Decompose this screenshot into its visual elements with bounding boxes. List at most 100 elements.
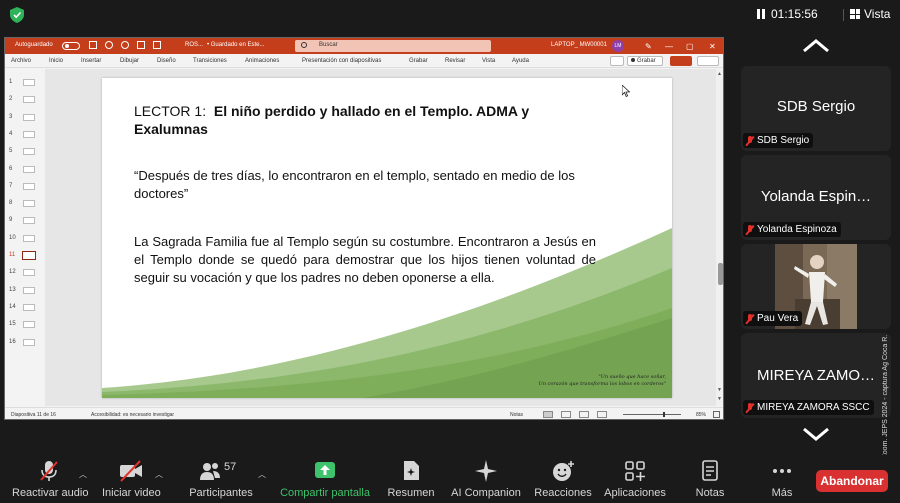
autosave-toggle[interactable] (62, 42, 80, 50)
redo-icon[interactable] (121, 41, 129, 49)
tab-presentacion[interactable]: Presentación con diapositivas (302, 58, 381, 64)
tab-animaciones[interactable]: Animaciones (245, 58, 279, 64)
audio-options-icon[interactable]: ︿ (79, 469, 87, 480)
participant-tile[interactable]: MIREYA ZAMO… MIREYA ZAMORA SSCC (741, 333, 891, 418)
minimize-icon[interactable]: — (665, 42, 673, 51)
tab-grabar[interactable]: Grabar (409, 58, 428, 64)
current-slide[interactable]: LECTOR 1: El niño perdido y hallado en e… (102, 78, 672, 398)
customize-icon[interactable] (153, 41, 161, 49)
next-slide-icon[interactable]: ▼ (717, 396, 722, 402)
divider (843, 9, 844, 21)
reactions-label: Reacciones (534, 487, 592, 499)
share-icon[interactable] (697, 56, 719, 66)
slide-thumbnail[interactable]: 4 (5, 129, 45, 141)
ppt-search-box[interactable]: Buscar (295, 40, 491, 52)
participants-icon (200, 463, 220, 480)
scroll-up-icon[interactable]: ▲ (717, 71, 722, 77)
start-video-button[interactable]: Iniciar video (102, 459, 161, 499)
slide-thumbnail-number: 6 (9, 165, 13, 172)
slide-thumbnail-number: 16 (9, 338, 16, 345)
slide-thumbnail[interactable]: 13 (5, 285, 45, 297)
file-name: ROS... (185, 42, 204, 48)
more-button[interactable]: Más (766, 459, 798, 499)
tab-transiciones[interactable]: Transiciones (193, 58, 227, 64)
slide-thumbnail-preview (23, 113, 35, 121)
tab-diseno[interactable]: Diseño (157, 58, 176, 64)
autosave-label: Autoguardado (15, 42, 53, 48)
notes-button[interactable]: Notas (692, 459, 728, 499)
video-options-icon[interactable]: ︿ (155, 469, 163, 480)
reading-view-icon[interactable] (579, 411, 589, 418)
leave-meeting-button[interactable]: Abandonar (816, 470, 888, 492)
tab-dibujar[interactable]: Dibujar (120, 58, 139, 64)
scroll-down-icon[interactable]: ▼ (717, 387, 722, 393)
share-screen-button[interactable]: Compartir pantalla (280, 459, 370, 499)
muted-mic-icon (40, 461, 58, 481)
slide-title: LECTOR 1: El niño perdido y hallado en e… (134, 102, 554, 138)
zoom-level[interactable]: 85% (696, 412, 706, 418)
slide-thumbnail[interactable]: 6 (5, 164, 45, 176)
pen-icon[interactable]: ✎ (645, 42, 652, 51)
close-icon[interactable]: ✕ (709, 42, 716, 51)
unmute-audio-button[interactable]: Reactivar audio (12, 459, 88, 499)
scroll-thumb[interactable] (718, 263, 723, 285)
comments-icon[interactable] (610, 56, 624, 66)
participant-tile[interactable]: Pau Vera (741, 244, 891, 329)
slide-thumbnail[interactable]: 5 (5, 146, 45, 158)
slide-thumbnail-number: 7 (9, 182, 13, 189)
slide-thumbnail-number: 11 (9, 252, 16, 258)
sorter-view-icon[interactable] (561, 411, 571, 418)
slide-thumbnail[interactable]: 8 (5, 198, 45, 210)
present-icon[interactable] (670, 56, 692, 66)
slide-thumbnail[interactable]: 9 (5, 215, 45, 227)
normal-view-icon[interactable] (543, 411, 553, 418)
view-button[interactable]: Vista (850, 7, 890, 21)
slideshow-view-icon[interactable] (597, 411, 607, 418)
shield-icon[interactable] (10, 7, 24, 23)
participant-name: SDB Sergio (757, 135, 810, 146)
slide-thumbnail[interactable]: 15 (5, 319, 45, 331)
summary-label: Resumen (387, 487, 435, 499)
vertical-scrollbar[interactable]: ▲ ▼ ▼ (716, 69, 723, 406)
slide-thumbnail[interactable]: 12 (5, 267, 45, 279)
maximize-icon[interactable]: ▢ (686, 42, 694, 51)
chevron-up-icon[interactable] (802, 38, 830, 54)
slide-thumbnail[interactable]: 11 (5, 250, 45, 262)
fit-slide-icon[interactable] (713, 411, 720, 418)
summary-button[interactable]: Resumen (387, 459, 435, 499)
apps-button[interactable]: Aplicaciones (603, 459, 667, 499)
undo-icon[interactable] (105, 41, 113, 49)
participants-options-icon[interactable]: ︿ (258, 469, 266, 480)
tab-vista[interactable]: Vista (482, 58, 495, 64)
notes-button[interactable]: Notas (510, 412, 523, 418)
tab-inicio[interactable]: Inicio (49, 58, 63, 64)
user-avatar[interactable]: LM (612, 40, 624, 52)
video-off-icon (120, 460, 142, 482)
motto-line-2: Un corazón que transforma los lobos en c… (538, 381, 667, 387)
save-status[interactable]: • Guardado en Este... (207, 42, 264, 48)
slide-thumbnail[interactable]: 3 (5, 112, 45, 124)
slide-thumbnail[interactable]: 16 (5, 337, 45, 349)
participant-tile[interactable]: SDB Sergio SDB Sergio (741, 66, 891, 151)
tab-insertar[interactable]: Insertar (81, 58, 101, 64)
slide-thumbnail[interactable]: 1 (5, 77, 45, 89)
slide-thumbnail-preview (23, 217, 35, 225)
slideshow-icon[interactable] (137, 41, 145, 49)
tab-revisar[interactable]: Revisar (445, 58, 465, 64)
slide-thumbnail[interactable]: 14 (5, 302, 45, 314)
slide-thumbnail[interactable]: 7 (5, 181, 45, 193)
meeting-timer[interactable]: 01:15:56 (757, 7, 818, 21)
reactions-button[interactable]: Reacciones (532, 459, 594, 499)
save-icon[interactable] (89, 41, 97, 49)
slide-thumbnail[interactable]: 2 (5, 94, 45, 106)
slide-thumbnail[interactable]: 10 (5, 233, 45, 245)
zoom-slider[interactable] (623, 412, 681, 417)
participants-button[interactable]: 57 Participantes (188, 459, 254, 499)
ai-companion-button[interactable]: AI Companion (450, 459, 522, 499)
participant-tile[interactable]: Yolanda Espin… Yolanda Espinoza (741, 155, 891, 240)
accessibility-status[interactable]: Accesibilidad: es necesario investigar (91, 412, 174, 418)
tab-ayuda[interactable]: Ayuda (512, 58, 529, 64)
record-button[interactable]: Grabar (627, 56, 663, 66)
tab-archivo[interactable]: Archivo (11, 58, 31, 64)
chevron-down-icon[interactable] (802, 426, 830, 442)
